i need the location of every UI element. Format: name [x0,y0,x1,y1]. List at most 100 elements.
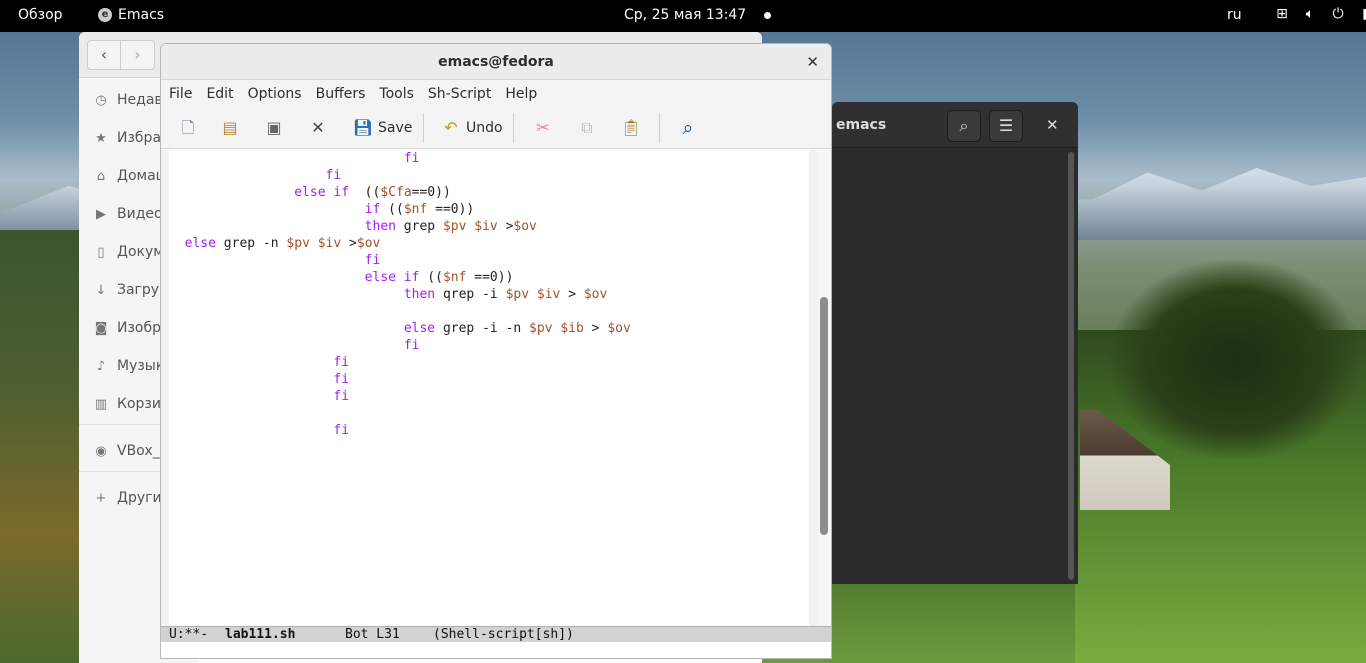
save-as-button[interactable]: ▣ [263,115,285,141]
menu-tools[interactable]: Tools [379,86,420,102]
menu-sh-script[interactable]: Sh-Script [428,86,497,102]
code-line[interactable]: fi [169,167,342,184]
search-button[interactable]: ⌕ [677,115,699,141]
save-button[interactable]: 💾︎ Save [352,115,413,141]
code-line[interactable]: fi [169,371,349,388]
video-icon: ▶ [96,206,106,222]
sidebar-item-pictures[interactable]: ◙ Изобр [93,320,161,336]
sidebar-item-recent[interactable]: ◷ Недав [93,92,162,108]
app-menu[interactable]: e Emacs [98,7,164,23]
modeline-major-mode[interactable]: (Shell-script[sh]) [433,627,574,642]
forward-button[interactable]: › [121,40,155,70]
sidebar-item-other[interactable]: + Други [93,490,162,506]
code-line[interactable]: else grep -n $pv $iv >$ov [169,235,381,252]
clipboard-icon: 📋︎ [620,118,642,137]
system-tray[interactable]: ⊞ 🔈︎ ⏻ ▮ [1274,6,1366,22]
variable-token: $pv [529,321,553,336]
keyword-token: fi [403,151,420,166]
code-line[interactable]: if (($nf ==0)) [169,201,475,218]
code-line[interactable]: else if (($nf ==0)) [169,269,514,286]
code-line[interactable]: fi [169,337,420,354]
activities-button[interactable]: Обзор [18,7,63,23]
code-line[interactable]: else if (($Cfa==0)) [169,184,451,201]
code-line[interactable]: fi [169,252,381,269]
sidebar-divider [79,424,161,425]
undo-button[interactable]: ↶ Undo [440,115,502,141]
menu-options[interactable]: Options [248,86,308,102]
code-line[interactable]: fi [169,422,349,439]
back-button[interactable]: ‹ [87,40,121,70]
new-file-button[interactable]: 🗋 [177,115,199,141]
battery-icon[interactable]: ▮ [1358,6,1366,22]
sidebar-item-downloads[interactable]: ↓ Загруз [93,282,167,298]
input-language[interactable]: ru [1227,7,1242,23]
sidebar-item-trash[interactable]: ▥ Корзин [93,396,170,412]
home-icon: ⌂ [96,168,106,184]
variable-token: $nf [403,202,428,217]
keyword-token: if [364,202,381,217]
terminal-headerbar: emacs ⌕ ☰ ✕ [832,102,1078,148]
sidebar-item-music[interactable]: ♪ Музык [93,358,164,374]
modeline-position: Bot L31 [345,627,400,642]
menu-buffers[interactable]: Buffers [316,86,372,102]
code-buffer[interactable]: fi fi else if (($Cfa==0)) if (($nf ==0))… [169,150,809,626]
code-line[interactable]: fi [169,354,349,371]
volume-icon[interactable]: 🔈︎ [1302,6,1318,22]
sidebar-item-starred[interactable]: ★ Избра [93,130,161,146]
save-label: Save [378,120,413,136]
power-icon[interactable]: ⏻ [1330,6,1346,22]
sidebar-item-home[interactable]: ⌂ Домаш [93,168,169,184]
code-text: ==0)) [411,185,451,200]
editor-area[interactable]: fi fi else if (($Cfa==0)) if (($nf ==0))… [161,150,831,626]
menu-help[interactable]: Help [505,86,543,102]
network-icon[interactable]: ⊞ [1274,6,1290,22]
variable-token: $ov [583,287,608,302]
left-fringe [161,150,169,626]
code-text: (( [380,202,404,217]
folder-icon: ▤ [222,118,238,137]
terminal-scrollbar[interactable] [1068,152,1074,580]
cut-button[interactable]: ✂ [532,115,554,141]
menu-file[interactable]: File [169,86,198,102]
clock-icon: ◷ [95,92,107,108]
terminal-close-button[interactable]: ✕ [1046,116,1059,134]
keyword-token: fi [333,372,350,387]
code-line[interactable]: then qrep -i $pv $iv > $ov [169,286,608,303]
modeline-buffer-name[interactable]: lab111.sh [225,627,295,642]
wallpaper-tree [1110,260,1360,460]
code-line[interactable]: then grep $pv $iv >$ov [169,218,537,235]
code-text: grep [395,219,443,234]
emacs-titlebar[interactable]: emacs@fedora ✕ [161,44,831,80]
scrollbar-thumb[interactable] [820,297,828,535]
menu-edit[interactable]: Edit [206,86,239,102]
sidebar-item-documents[interactable]: ▯ Докум [93,244,163,260]
code-line[interactable]: else grep -i -n $pv $ib > $ov [169,320,631,337]
sidebar-item-videos[interactable]: ▶ Видео [93,206,163,222]
code-line[interactable]: fi [169,388,349,405]
terminal-menu-button[interactable]: ☰ [989,110,1023,142]
code-text: (( [349,185,381,200]
minibuffer[interactable] [161,642,831,658]
sidebar-item-vbox[interactable]: ◉ VBox_G [93,443,170,459]
copy-button[interactable]: ⧉ [576,115,598,141]
terminal-title: emacs [836,117,887,133]
terminal-search-button[interactable]: ⌕ [947,110,981,142]
wallpaper-forest [0,230,80,663]
code-text: > [497,219,514,234]
variable-token: $ov [513,219,537,234]
paste-button[interactable]: 📋︎ [620,115,642,141]
variable-token: $iv [317,236,342,251]
scissors-icon: ✂ [536,118,550,137]
kill-buffer-button[interactable]: ✕ [307,115,329,141]
open-folder-button[interactable]: ▤ [219,115,241,141]
close-button[interactable]: ✕ [806,53,819,71]
code-line[interactable]: fi [169,150,420,167]
clock[interactable]: Ср, 25 мая 13:47 [624,7,746,23]
